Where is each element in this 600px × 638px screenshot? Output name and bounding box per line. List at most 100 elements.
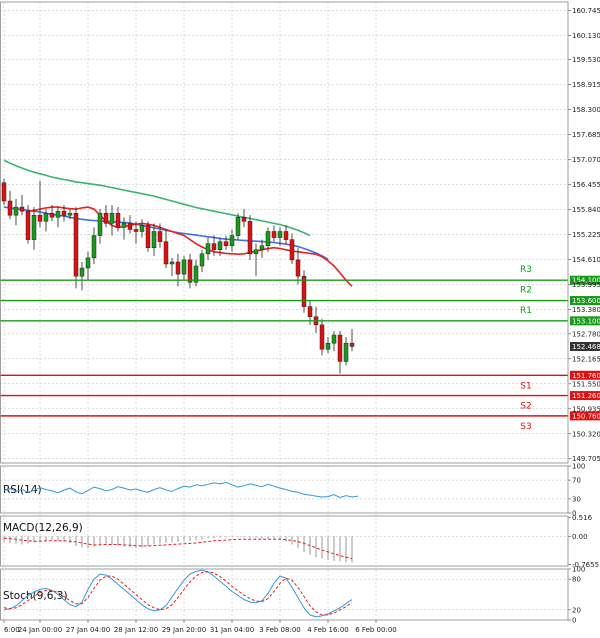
pane-borders: [0, 1, 569, 621]
level-name-label: R1: [520, 306, 532, 316]
candle: [13, 198, 19, 226]
pivot-levels: 154.100R3153.600R2153.100R1151.760S1151.…: [0, 265, 600, 432]
candle: [127, 215, 133, 234]
macd-label: MACD(12,26,9): [3, 522, 83, 534]
level-r1: 153.100 R1: [0, 306, 600, 326]
candle: [85, 251, 91, 281]
candle-body: [43, 212, 49, 222]
level-price-label: 151.260: [572, 392, 600, 400]
current-price-tag: 152.468: [570, 342, 600, 352]
candle-body: [55, 210, 61, 218]
candle-body: [67, 212, 73, 216]
y-tick-label: 153.995: [572, 281, 600, 289]
level-name-label: S3: [520, 422, 531, 432]
candle-body: [253, 249, 259, 255]
level-name-label: S2: [520, 402, 531, 412]
candle: [319, 318, 325, 356]
indicator-tick-label: 100: [572, 566, 585, 574]
candle: [229, 229, 235, 252]
candle-body: [79, 267, 85, 277]
candle: [349, 328, 355, 352]
indicator-tick-label: 70: [572, 477, 581, 485]
time-axis: 6:0024 Jan 00:00 27 Jan 04:00 28 Jan 12:00…: [3, 620, 397, 634]
y-tick-label: 153.380: [572, 306, 600, 314]
candle: [271, 225, 277, 242]
level-s3: 150.760 S3: [0, 411, 600, 432]
candle-body: [307, 306, 313, 318]
x-tick-label: 29 Jan 20:00: [162, 626, 206, 634]
candle-body: [163, 241, 169, 265]
candle-body: [205, 243, 211, 255]
candle-body: [25, 210, 31, 240]
level-price-label: 153.100: [572, 317, 600, 325]
candle-body: [127, 223, 133, 230]
candle-body: [73, 212, 79, 277]
indicator-tick-label: 0.00: [572, 533, 588, 541]
grid-lines: [0, 2, 568, 620]
y-tick-label: 158.915: [572, 81, 600, 89]
candle: [289, 233, 295, 264]
candle: [55, 207, 61, 228]
candle: [343, 337, 349, 366]
candle-body: [277, 231, 283, 238]
candle-body: [145, 225, 151, 248]
indicator-tick-label: 80: [572, 576, 581, 584]
candle-body: [169, 261, 175, 265]
candle-body: [271, 231, 277, 238]
candle: [31, 207, 37, 250]
candle: [325, 337, 331, 354]
candle-body: [283, 231, 289, 240]
level-r2: 153.600 R2: [0, 286, 600, 306]
candle-body: [7, 200, 13, 216]
candle: [139, 219, 145, 238]
candle-body: [241, 217, 247, 222]
y-tick-label: 160.745: [572, 7, 600, 15]
candle-body: [37, 214, 43, 222]
candle-body: [343, 342, 349, 362]
candle-body: [85, 257, 91, 269]
candle: [169, 257, 175, 277]
candle: [241, 209, 247, 228]
indicator-tick-label: 20: [572, 606, 581, 614]
candle: [7, 190, 13, 220]
candle: [205, 237, 211, 260]
candle: [253, 243, 259, 277]
candle-body: [331, 334, 337, 344]
y-tick-label: 154.610: [572, 256, 600, 264]
candle-body: [97, 212, 103, 236]
level-name-label: R3: [520, 265, 532, 275]
y-tick-label: 150.320: [572, 430, 600, 438]
candle: [19, 194, 25, 216]
candle: [283, 225, 289, 244]
candle-body: [91, 235, 97, 259]
candle-body: [187, 259, 193, 283]
macd-pane-frame: [0, 515, 569, 567]
candle-body: [247, 221, 253, 255]
candle-body: [259, 245, 265, 251]
candle: [301, 270, 307, 313]
candle: [97, 209, 103, 244]
candlestick-series: [1, 178, 355, 374]
candle: [79, 261, 85, 291]
candle: [73, 207, 79, 289]
candle: [337, 330, 343, 374]
candle-body: [103, 212, 109, 224]
y-tick-label: 152.165: [572, 355, 600, 363]
candle-body: [217, 241, 223, 251]
y-tick-label: 155.840: [572, 206, 600, 214]
candle-body: [319, 324, 325, 350]
candle: [223, 235, 229, 250]
x-tick-label: 24 Jan 00:00: [18, 626, 62, 634]
candle: [103, 205, 109, 228]
level-price-label: 151.760: [572, 372, 600, 380]
candle: [193, 259, 199, 287]
candle: [37, 180, 43, 228]
candle-body: [211, 243, 217, 251]
level-name-label: R2: [520, 286, 532, 296]
candle-body: [1, 182, 7, 202]
x-tick-label: 4 Feb 16:00: [307, 626, 348, 634]
indicator-tick-label: 0.516: [572, 514, 593, 522]
level-price-label: 150.760: [572, 412, 600, 420]
moving-average-green: [3, 159, 311, 237]
x-tick-label: 28 Jan 12:00: [114, 626, 158, 634]
